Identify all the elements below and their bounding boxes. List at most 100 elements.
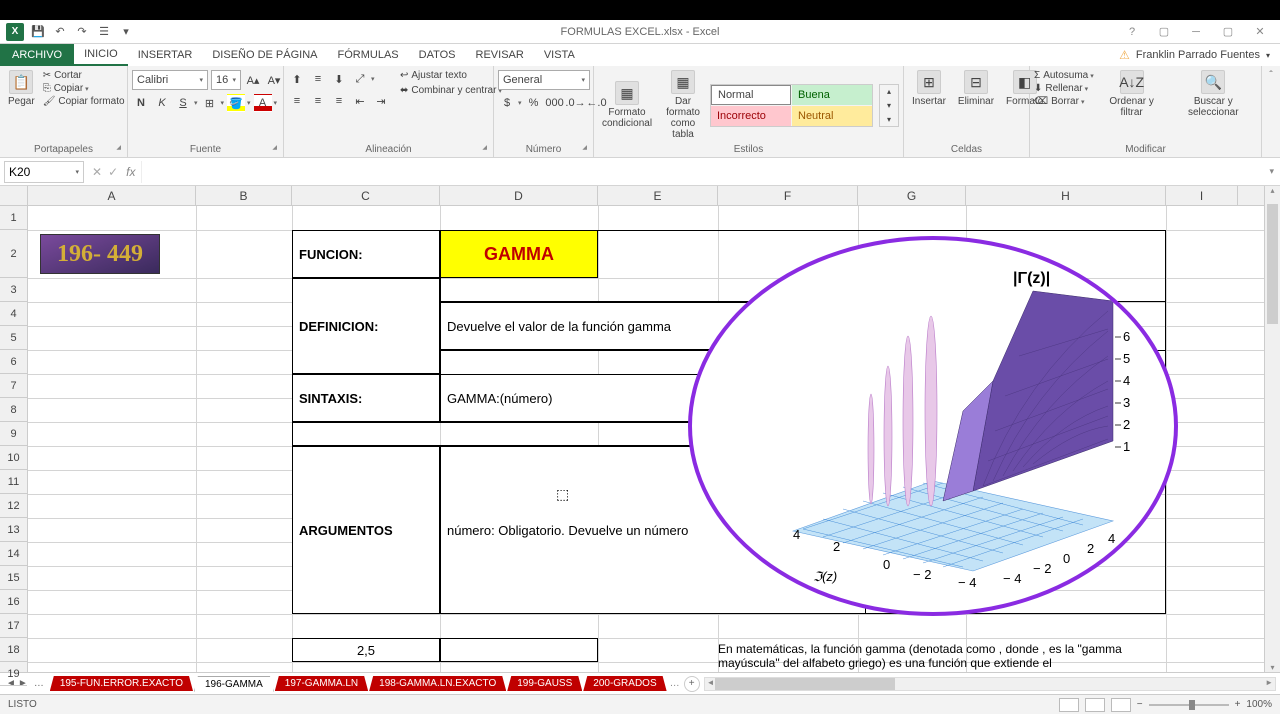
format-painter-button[interactable]: 🖌Copiar formato bbox=[43, 96, 125, 107]
row-header[interactable]: 4 bbox=[0, 302, 27, 326]
increase-indent-icon[interactable]: ⇥ bbox=[372, 92, 390, 110]
font-size-combo[interactable]: 16▾ bbox=[211, 70, 241, 90]
col-header[interactable]: G bbox=[858, 186, 966, 205]
cell-definicion-label[interactable]: DEFINICION: bbox=[292, 278, 440, 374]
styles-scroll-up-icon[interactable]: ▴ bbox=[880, 85, 898, 98]
clear-button[interactable]: ⌫Borrar▾ bbox=[1034, 96, 1094, 107]
row-header[interactable]: 9 bbox=[0, 422, 27, 446]
zoom-out-icon[interactable]: − bbox=[1137, 699, 1143, 710]
cell-sintaxis-label[interactable]: SINTAXIS: bbox=[292, 374, 440, 422]
find-select-button[interactable]: 🔍Buscar y seleccionar bbox=[1170, 68, 1257, 120]
cell-d18[interactable] bbox=[440, 638, 598, 662]
redo-icon[interactable]: ↷ bbox=[74, 24, 90, 40]
style-buena[interactable]: Buena bbox=[792, 85, 872, 105]
col-header[interactable]: E bbox=[598, 186, 718, 205]
name-box[interactable]: K20▾ bbox=[4, 161, 84, 183]
worksheet-grid[interactable]: 1 2 3 4 5 6 7 8 9 10 11 12 13 14 15 16 1… bbox=[0, 186, 1280, 672]
save-icon[interactable]: 💾 bbox=[30, 24, 46, 40]
sheet-tab[interactable]: 197-GAMMA.LN bbox=[275, 676, 368, 691]
align-bottom-icon[interactable]: ⬇ bbox=[330, 70, 348, 88]
tab-datos[interactable]: DATOS bbox=[409, 44, 466, 66]
row-header[interactable]: 1 bbox=[0, 206, 27, 230]
file-tab[interactable]: ARCHIVO bbox=[0, 44, 74, 66]
zoom-in-icon[interactable]: + bbox=[1235, 699, 1241, 710]
minimize-icon[interactable]: ─ bbox=[1184, 24, 1208, 40]
user-dropdown-icon[interactable]: ▾ bbox=[1266, 51, 1270, 60]
user-name[interactable]: Franklin Parrado Fuentes bbox=[1136, 49, 1260, 61]
decrease-indent-icon[interactable]: ⇤ bbox=[351, 92, 369, 110]
sheet-tab[interactable]: 199-GAUSS bbox=[507, 676, 582, 691]
sheet-tab-active[interactable]: 196-GAMMA bbox=[194, 676, 274, 692]
row-header[interactable]: 3 bbox=[0, 278, 27, 302]
touch-mode-icon[interactable]: ☰ bbox=[96, 24, 112, 40]
row-header[interactable]: 2 bbox=[0, 230, 27, 278]
font-color-button[interactable]: A bbox=[254, 94, 272, 112]
cell-argumentos-label[interactable]: ARGUMENTOS bbox=[292, 446, 440, 614]
tab-insertar[interactable]: INSERTAR bbox=[128, 44, 203, 66]
tab-vista[interactable]: VISTA bbox=[534, 44, 585, 66]
col-header[interactable]: B bbox=[196, 186, 292, 205]
maximize-icon[interactable]: ▢ bbox=[1216, 24, 1240, 40]
sheet-tab[interactable]: 195-FUN.ERROR.EXACTO bbox=[50, 676, 193, 691]
col-header[interactable]: I bbox=[1166, 186, 1238, 205]
underline-button[interactable]: S bbox=[174, 94, 192, 112]
row-header[interactable]: 13 bbox=[0, 518, 27, 542]
align-middle-icon[interactable]: ≡ bbox=[309, 70, 327, 88]
cell-funcion-value[interactable]: GAMMA bbox=[440, 230, 598, 278]
font-name-combo[interactable]: Calibri▾ bbox=[132, 70, 208, 90]
format-as-table-button[interactable]: ▦ Dar formato como tabla bbox=[660, 68, 706, 142]
row-header[interactable]: 16 bbox=[0, 590, 27, 614]
vertical-scrollbar[interactable]: ▴ ▾ bbox=[1264, 186, 1280, 672]
copy-button[interactable]: ⎘Copiar▾ bbox=[43, 83, 125, 94]
collapse-ribbon-icon[interactable]: ˆ bbox=[1269, 70, 1272, 81]
delete-cells-button[interactable]: ⊟Eliminar bbox=[954, 68, 998, 109]
zoom-slider[interactable] bbox=[1149, 704, 1229, 706]
align-left-icon[interactable]: ≡ bbox=[288, 92, 306, 110]
cut-button[interactable]: ✂Cortar bbox=[43, 70, 125, 81]
row-header[interactable]: 7 bbox=[0, 374, 27, 398]
style-incorrecto[interactable]: Incorrecto bbox=[711, 106, 791, 126]
fill-color-button[interactable]: 🪣 bbox=[227, 94, 245, 112]
col-header[interactable]: A bbox=[28, 186, 196, 205]
qat-customize-icon[interactable]: ▾ bbox=[118, 24, 134, 40]
col-header[interactable]: H bbox=[966, 186, 1166, 205]
cell-styles-gallery[interactable]: Normal Buena Incorrecto Neutral bbox=[710, 84, 873, 127]
align-right-icon[interactable]: ≡ bbox=[330, 92, 348, 110]
cancel-formula-icon[interactable]: ✕ bbox=[92, 165, 102, 179]
wrap-text-button[interactable]: ↩Ajustar texto bbox=[400, 70, 502, 81]
add-sheet-button[interactable]: + bbox=[684, 676, 700, 692]
cell-funcion-label[interactable]: FUNCION: bbox=[292, 230, 440, 278]
formula-input[interactable] bbox=[141, 161, 1263, 183]
row-header[interactable]: 12 bbox=[0, 494, 27, 518]
comma-icon[interactable]: 000 bbox=[546, 94, 564, 112]
align-top-icon[interactable]: ⬆ bbox=[288, 70, 306, 88]
style-normal[interactable]: Normal bbox=[711, 85, 791, 105]
close-icon[interactable]: ✕ bbox=[1248, 24, 1272, 40]
paste-button[interactable]: 📋 Pegar bbox=[4, 68, 39, 109]
italic-button[interactable]: K bbox=[153, 94, 171, 112]
row-header[interactable]: 10 bbox=[0, 446, 27, 470]
style-neutral[interactable]: Neutral bbox=[792, 106, 872, 126]
sort-filter-button[interactable]: A↓ZOrdenar y filtrar bbox=[1098, 68, 1166, 120]
view-pagebreak-icon[interactable] bbox=[1111, 698, 1131, 712]
number-format-combo[interactable]: General▾ bbox=[498, 70, 590, 90]
horizontal-scrollbar[interactable]: ◄ ► bbox=[704, 677, 1276, 691]
tab-revisar[interactable]: REVISAR bbox=[466, 44, 534, 66]
row-header[interactable]: 18 bbox=[0, 638, 27, 662]
h-scroll-thumb[interactable] bbox=[715, 678, 895, 690]
sheet-tab[interactable]: 200-GRADOS bbox=[583, 676, 666, 691]
cell-c18[interactable]: 2,5 bbox=[292, 638, 440, 662]
zoom-level[interactable]: 100% bbox=[1246, 699, 1272, 710]
merge-center-button[interactable]: ⬌Combinar y centrar▾ bbox=[400, 85, 502, 96]
accept-formula-icon[interactable]: ✓ bbox=[108, 165, 118, 179]
align-center-icon[interactable]: ≡ bbox=[309, 92, 327, 110]
row-header[interactable]: 15 bbox=[0, 566, 27, 590]
styles-scroll-down-icon[interactable]: ▾ bbox=[880, 99, 898, 112]
v-scroll-thumb[interactable] bbox=[1267, 204, 1278, 324]
view-layout-icon[interactable] bbox=[1085, 698, 1105, 712]
tab-formulas[interactable]: FÓRMULAS bbox=[328, 44, 409, 66]
row-header[interactable]: 11 bbox=[0, 470, 27, 494]
row-header[interactable]: 19 bbox=[0, 662, 27, 686]
decrease-font-icon[interactable]: A▾ bbox=[265, 71, 283, 89]
styles-more-icon[interactable]: ▾ bbox=[880, 113, 898, 126]
